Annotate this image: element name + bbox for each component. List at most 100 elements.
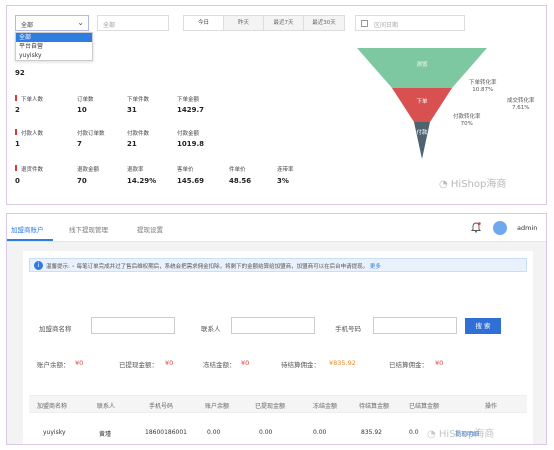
contact-field-label: 联系人 (201, 325, 221, 333)
watermark: ◔ HiShop海商 (427, 425, 494, 440)
metric-label: 下单金额 (177, 97, 200, 103)
metric-label: 连带率 (277, 167, 294, 173)
name-field[interactable] (91, 317, 175, 334)
metric-label: 付款件数 (127, 131, 150, 137)
metric-label: 退货件数 (21, 167, 44, 173)
stat-label: 已提现金额： (119, 361, 158, 369)
notice-prefix: 温馨提示: (46, 264, 70, 270)
source-select[interactable]: 全部 ⌄ (15, 15, 89, 31)
metric-marker (15, 129, 17, 135)
tab-franchise-account[interactable]: 加盟商账户 (11, 224, 44, 234)
notice-banner: i 温馨提示: • 每笔订单完成并过了售后维权期后，系统会把需求佣金扣除，将剩下… (29, 258, 527, 272)
watermark: ◔ HiShop海商 (439, 175, 506, 190)
column-header: 待结算金额 (359, 403, 390, 410)
bell-icon[interactable] (471, 222, 481, 233)
notice-more-link[interactable]: 更多 (370, 264, 381, 270)
source-dropdown-menu: 全部 平台自营 yuyisky (15, 32, 93, 61)
time-button-yesterday[interactable]: 昨天 (224, 16, 264, 30)
column-header: 已提现金额 (255, 403, 286, 410)
wechat-icon: ◔ (439, 179, 451, 190)
stat-label: 待结算佣金： (281, 361, 320, 369)
column-header: 加盟商名称 (37, 403, 68, 410)
metric-value: 1019.8 (177, 140, 205, 148)
metric-label: 下单件数 (127, 97, 150, 103)
time-button-7days[interactable]: 最近7天 (264, 16, 304, 30)
metric-value: 145.69 (177, 177, 205, 185)
table-cell: 18600186001 (145, 429, 187, 436)
info-icon: i (34, 261, 43, 270)
stat-label: 已结算佣金： (389, 361, 428, 369)
table-cell: 835.92 (361, 429, 382, 436)
time-button-today[interactable]: 今日 (184, 16, 224, 30)
column-header: 操作 (485, 403, 498, 410)
metric-value: 2 (15, 106, 20, 114)
pageview-value: 92 (15, 69, 25, 77)
phone-field-label: 手机号码 (335, 325, 361, 333)
second-filter-input[interactable]: 全部 (97, 15, 169, 31)
stat-value: ¥0 (75, 359, 84, 367)
metric-value: 10 (77, 106, 87, 114)
metric-label: 订单数 (77, 97, 94, 103)
column-header: 账户余额 (205, 403, 230, 410)
stat-value: ¥0 (165, 359, 174, 367)
metric-label: 退款率 (127, 167, 144, 173)
watermark-text: HiShop海商 (450, 179, 507, 190)
name-field-label: 加盟商名称 (39, 325, 72, 333)
metric-marker (15, 165, 17, 171)
avatar[interactable] (493, 221, 507, 235)
contact-field[interactable] (231, 317, 315, 334)
table-cell: 0.0 (409, 429, 419, 436)
table-cell: 0.00 (207, 429, 221, 436)
overall-conversion-label: 成交转化率 7.61% (507, 98, 535, 112)
source-option[interactable]: 平台自营 (16, 42, 92, 51)
dashboard-panel: 全部 ⌄ 全部 平台自营 yuyisky 全部 今日 昨天 最近7天 最近30天… (6, 5, 547, 205)
order-conversion-value: 10.87% (472, 87, 494, 93)
calendar-icon (361, 20, 368, 27)
search-button[interactable]: 搜 索 (465, 318, 501, 334)
metric-value: 14.29% (127, 177, 157, 185)
source-option[interactable]: 全部 (16, 33, 92, 42)
metric-label: 下单人数 (21, 97, 44, 103)
username[interactable]: admin (517, 224, 537, 232)
metric-marker (15, 95, 17, 101)
source-option[interactable]: yuyisky (16, 51, 92, 60)
payment-conversion-label: 付款转化率 70% (453, 114, 481, 128)
stat-label: 冻结金额： (203, 361, 236, 369)
order-conversion-title: 下单转化率 (469, 80, 497, 86)
metric-value: 3% (277, 177, 289, 185)
chevron-down-icon: ⌄ (77, 18, 84, 27)
main-content: i 温馨提示: • 每笔订单完成并过了售后维权期后，系统会把需求佣金扣除，将剩下… (23, 251, 533, 444)
stat-value: ¥0 (435, 359, 444, 367)
table-cell: 0.00 (313, 429, 327, 436)
time-button-30days[interactable]: 最近30天 (304, 16, 344, 30)
column-header: 手机号码 (149, 403, 174, 410)
phone-field[interactable] (373, 317, 457, 334)
metric-label: 付款订单数 (77, 131, 105, 137)
metric-value: 1429.7 (177, 106, 205, 114)
overall-conversion-title: 成交转化率 (507, 98, 535, 104)
top-nav: 加盟商账户 线下提现管理 提现设置 admin (7, 214, 546, 242)
tab-offline-withdraw[interactable]: 线下提现管理 (69, 224, 108, 234)
metric-value: 21 (127, 140, 137, 148)
payment-conversion-value: 70% (460, 121, 473, 127)
notice-text: 每笔订单完成并过了售后维权期后，系统会把需求佣金扣除，将剩下的金额结算给加盟商，… (76, 264, 369, 270)
column-header: 冻结金额 (313, 403, 338, 410)
table-cell: 黄瑾 (99, 431, 112, 438)
metric-value: 1 (15, 140, 20, 148)
table-header: 加盟商名称 联系人 手机号码 账户余额 已提现金额 冻结金额 待结算金额 已结算… (29, 395, 527, 413)
metric-value: 7 (77, 140, 82, 148)
order-conversion-label: 下单转化率 10.87% (469, 80, 497, 94)
tab-withdraw-settings[interactable]: 提现设置 (137, 224, 163, 234)
payment-conversion-title: 付款转化率 (453, 114, 481, 120)
metric-label: 客单价 (177, 167, 194, 173)
column-header: 已结算金额 (409, 403, 440, 410)
column-header: 联系人 (97, 403, 116, 410)
time-range-buttons: 今日 昨天 最近7天 最近30天 (183, 15, 345, 31)
date-range-input[interactable]: 区间日期 (355, 15, 465, 31)
date-range-placeholder: 区间日期 (374, 22, 399, 29)
overall-conversion-value: 7.61% (512, 105, 530, 111)
watermark-text: HiShop海商 (438, 429, 495, 440)
metric-label: 退款金额 (77, 167, 100, 173)
metric-label: 付款金额 (177, 131, 200, 137)
source-select-value: 全部 (21, 22, 34, 29)
